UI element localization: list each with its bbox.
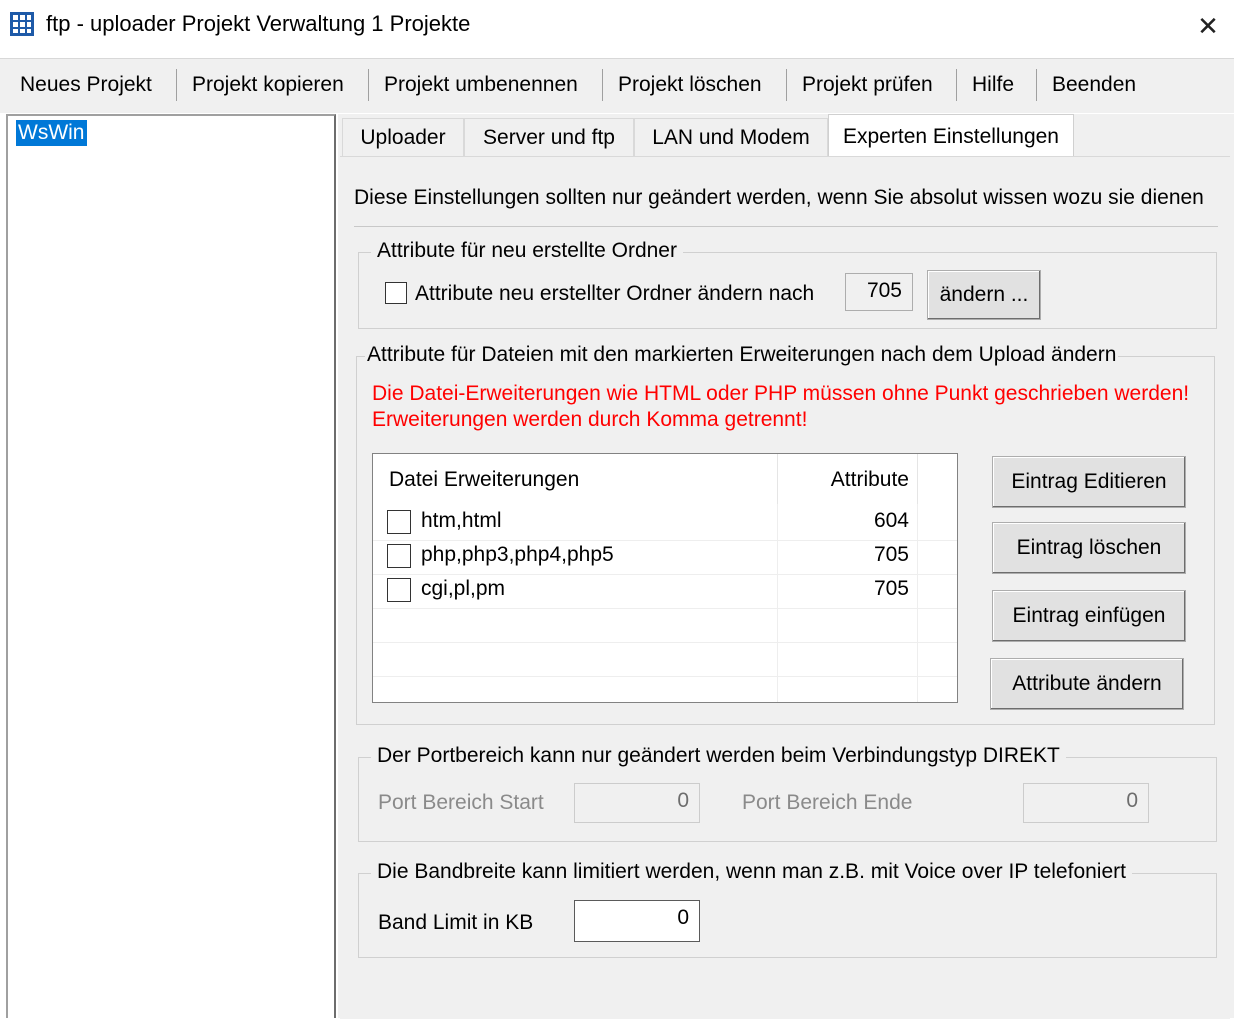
insert-entry-button[interactable]: Eintrag einfügen bbox=[992, 590, 1186, 642]
port-end-input[interactable]: 0 bbox=[1023, 783, 1149, 823]
column-divider bbox=[777, 504, 778, 702]
band-limit-input[interactable]: 0 bbox=[574, 900, 700, 942]
row-attribute: 604 bbox=[873, 509, 909, 532]
extension-note-line2: Erweiterungen werden durch Komma getrenn… bbox=[372, 408, 808, 431]
folder-attributes-value: 705 bbox=[845, 273, 913, 311]
change-folder-attributes-button[interactable]: ändern ... bbox=[927, 270, 1041, 320]
divider bbox=[354, 226, 1218, 227]
port-start-label: Port Bereich Start bbox=[378, 791, 544, 814]
extension-note-line1: Die Datei-Erweiterungen wie HTML oder PH… bbox=[372, 382, 1190, 405]
row-attribute: 705 bbox=[873, 543, 909, 566]
folder-attributes-label: Attribute neu erstellter Ordner ändern n… bbox=[415, 282, 815, 305]
grid-app-icon bbox=[10, 12, 34, 36]
close-icon[interactable]: ✕ bbox=[1182, 4, 1234, 48]
list-item[interactable]: php,php3,php4,php5 705 bbox=[373, 540, 957, 575]
column-divider bbox=[917, 454, 918, 504]
menu-rename-project[interactable]: Projekt umbenennen bbox=[384, 73, 578, 97]
row-checkbox[interactable] bbox=[387, 578, 411, 602]
row-checkbox[interactable] bbox=[387, 544, 411, 568]
warning-text: Diese Einstellungen sollten nur geändert… bbox=[354, 186, 1204, 209]
window-title: ftp - uploader Projekt Verwaltung 1 Proj… bbox=[46, 11, 471, 36]
menu-check-project[interactable]: Projekt prüfen bbox=[802, 73, 933, 97]
list-header: Datei Erweiterungen Attribute bbox=[373, 454, 957, 504]
row-attribute: 705 bbox=[873, 577, 909, 600]
edit-entry-button[interactable]: Eintrag Editieren bbox=[992, 456, 1186, 508]
tab-lan-modem[interactable]: LAN und Modem bbox=[634, 118, 828, 156]
project-tree[interactable]: WsWin bbox=[6, 114, 336, 1018]
bandwidth-group-title: Die Bandbreite kann limitiert werden, we… bbox=[371, 860, 1132, 884]
row-extension: htm,html bbox=[421, 509, 502, 532]
tab-uploader[interactable]: Uploader bbox=[342, 118, 464, 156]
column-divider bbox=[777, 454, 778, 504]
menu-separator bbox=[602, 69, 603, 101]
list-item[interactable]: htm,html 604 bbox=[373, 506, 957, 541]
title-bar: ftp - uploader Projekt Verwaltung 1 Proj… bbox=[0, 0, 1234, 52]
menu-separator bbox=[1036, 69, 1037, 101]
column-header-extensions[interactable]: Datei Erweiterungen bbox=[389, 468, 579, 492]
empty-row bbox=[373, 676, 957, 702]
delete-entry-button[interactable]: Eintrag löschen bbox=[992, 522, 1186, 574]
port-group-title: Der Portbereich kann nur geändert werden… bbox=[371, 744, 1066, 768]
menu-separator bbox=[368, 69, 369, 101]
tab-expert-settings[interactable]: Experten Einstellungen bbox=[828, 114, 1074, 158]
port-end-label: Port Bereich Ende bbox=[742, 791, 913, 814]
change-attributes-button[interactable]: Attribute ändern bbox=[990, 658, 1184, 710]
menu-new-project[interactable]: Neues Projekt bbox=[20, 73, 152, 97]
file-group-title: Attribute für Dateien mit den markierten… bbox=[365, 343, 1119, 367]
row-extension: cgi,pl,pm bbox=[421, 577, 506, 600]
menu-separator bbox=[176, 69, 177, 101]
band-limit-label: Band Limit in KB bbox=[378, 911, 534, 934]
menu-copy-project[interactable]: Projekt kopieren bbox=[192, 73, 344, 97]
menu-separator bbox=[786, 69, 787, 101]
row-checkbox[interactable] bbox=[387, 510, 411, 534]
folder-group-title: Attribute für neu erstellte Ordner bbox=[371, 239, 683, 263]
empty-row bbox=[373, 642, 957, 677]
menu-delete-project[interactable]: Projekt löschen bbox=[618, 73, 762, 97]
list-item[interactable]: cgi,pl,pm 705 bbox=[373, 574, 957, 609]
row-extension: php,php3,php4,php5 bbox=[421, 543, 614, 566]
column-header-attributes[interactable]: Attribute bbox=[831, 468, 909, 492]
port-start-input[interactable]: 0 bbox=[574, 783, 700, 823]
tab-server-ftp[interactable]: Server und ftp bbox=[464, 118, 634, 156]
menu-exit[interactable]: Beenden bbox=[1052, 73, 1136, 97]
menu-help[interactable]: Hilfe bbox=[972, 73, 1014, 97]
extensions-list[interactable]: Datei Erweiterungen Attribute htm,html 6… bbox=[372, 453, 958, 703]
menu-separator bbox=[956, 69, 957, 101]
folder-attributes-checkbox[interactable] bbox=[385, 282, 407, 304]
column-divider bbox=[917, 504, 918, 702]
menu-bar: Neues Projekt Projekt kopieren Projekt u… bbox=[0, 58, 1234, 113]
empty-row bbox=[373, 608, 957, 643]
tree-item-wswin[interactable]: WsWin bbox=[16, 120, 87, 146]
